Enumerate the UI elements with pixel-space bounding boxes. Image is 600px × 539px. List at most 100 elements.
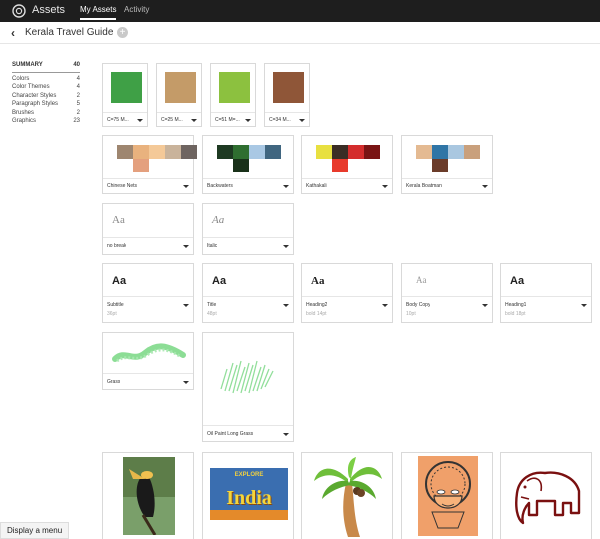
style-detail: bold 14pt <box>306 311 327 317</box>
style-label: Heading1 <box>505 302 527 308</box>
sidebar-item-label: Brushes <box>12 109 35 116</box>
card-divider <box>203 425 293 426</box>
back-chevron-icon[interactable]: ‹ <box>11 26 15 40</box>
chevron-down-icon[interactable] <box>183 245 189 248</box>
color-swatch <box>273 72 304 103</box>
sidebar-item-label: Colors <box>12 75 30 82</box>
paragraph-style-card[interactable]: Aa Heading2 bold 14pt <box>301 263 393 323</box>
nav-activity[interactable]: Activity <box>124 5 149 14</box>
graphic-card[interactable] <box>301 452 393 539</box>
sidebar-item-paragraph-styles[interactable]: Paragraph Styles 5 <box>12 101 80 107</box>
theme-color-chip <box>416 145 432 159</box>
card-divider <box>265 112 309 113</box>
card-divider <box>103 112 147 113</box>
poster-india-text: India <box>226 487 272 509</box>
chevron-down-icon[interactable] <box>581 304 587 307</box>
color-theme-card[interactable]: Kathakali <box>301 135 393 194</box>
hornbill-bird-graphic <box>123 457 175 535</box>
color-theme-card[interactable]: Chinese Nets <box>102 135 197 194</box>
sidebar-item-character-styles[interactable]: Character Styles 2 <box>12 93 80 99</box>
theme-color-chip <box>117 145 133 159</box>
chevron-down-icon[interactable] <box>382 185 388 188</box>
chevron-down-icon[interactable] <box>283 245 289 248</box>
color-swatch <box>219 72 250 103</box>
color-card[interactable]: C=75 M... <box>102 63 148 127</box>
theme-accent-chip <box>133 159 149 172</box>
library-header: ‹ Kerala Travel Guide + <box>0 22 600 44</box>
summary-sidebar: SUMMARY 40 Colors 4 Color Themes 4 Charact… <box>12 62 80 124</box>
card-divider <box>402 296 492 297</box>
graphic-card[interactable] <box>500 452 592 539</box>
chevron-down-icon[interactable] <box>283 185 289 188</box>
color-card[interactable]: C=34 M... <box>264 63 310 127</box>
paragraph-style-card[interactable]: Aa Title 48pt <box>202 263 294 323</box>
character-style-card[interactable]: Aa no break <box>102 203 194 255</box>
theme-color-chip <box>217 145 233 159</box>
sidebar-item-count: 5 <box>76 101 80 107</box>
card-divider <box>103 178 193 179</box>
graphic-card[interactable] <box>102 452 194 539</box>
chevron-down-icon[interactable] <box>299 119 305 122</box>
sidebar-item-colors[interactable]: Colors 4 <box>12 76 80 82</box>
theme-swatches <box>416 145 480 172</box>
card-divider <box>103 237 193 238</box>
chevron-down-icon[interactable] <box>283 433 289 436</box>
color-theme-card[interactable]: Kerala Boatman <box>401 135 493 194</box>
paragraph-style-card[interactable]: Aa Body Copy 10pt <box>401 263 493 323</box>
style-detail: bold 18pt <box>505 311 526 317</box>
chevron-down-icon[interactable] <box>183 381 189 384</box>
kathakali-mask-graphic <box>418 456 478 536</box>
style-preview: Aa <box>112 214 125 226</box>
grass-brush-stroke-icon <box>112 343 186 363</box>
card-divider <box>203 237 293 238</box>
paragraph-style-card[interactable]: Aa Subtitle 36pt <box>102 263 194 323</box>
sidebar-item-count: 2 <box>76 109 80 116</box>
color-label: C=34 M... <box>269 117 291 123</box>
graphic-card[interactable] <box>401 452 493 539</box>
card-divider <box>302 178 392 179</box>
chevron-down-icon[interactable] <box>191 119 197 122</box>
card-divider <box>103 296 193 297</box>
theme-color-chip <box>432 145 448 159</box>
theme-swatches <box>117 145 197 172</box>
theme-color-chip <box>332 145 348 159</box>
paragraph-style-card[interactable]: Aa Heading1 bold 18pt <box>500 263 592 323</box>
theme-color-chip <box>265 145 281 159</box>
style-detail: 48pt <box>207 311 217 317</box>
brush-card[interactable]: Oil Paint Long Grass <box>202 332 294 442</box>
theme-swatches <box>217 145 281 172</box>
style-preview: Aa <box>416 275 427 285</box>
chevron-down-icon[interactable] <box>183 185 189 188</box>
status-tooltip: Display a menu <box>0 522 70 539</box>
color-card[interactable]: C=25 M... <box>156 63 202 127</box>
chevron-down-icon[interactable] <box>245 119 251 122</box>
sidebar-item-graphics[interactable]: Graphics 23 <box>12 118 80 124</box>
sidebar-item-color-themes[interactable]: Color Themes 4 <box>12 84 80 90</box>
nav-my-assets[interactable]: My Assets <box>80 5 117 20</box>
card-divider <box>203 296 293 297</box>
theme-color-chip <box>348 145 364 159</box>
theme-label: Kathakali <box>306 183 327 189</box>
theme-color-chip <box>165 145 181 159</box>
color-card[interactable]: C=51 M=... <box>210 63 256 127</box>
chevron-down-icon[interactable] <box>482 304 488 307</box>
graphic-card[interactable]: EXPLORE India <box>202 452 294 539</box>
sidebar-item-count: 23 <box>73 118 80 124</box>
chevron-down-icon[interactable] <box>482 185 488 188</box>
chevron-down-icon[interactable] <box>382 304 388 307</box>
style-label: Body Copy <box>406 302 431 308</box>
chevron-down-icon[interactable] <box>283 304 289 307</box>
add-button[interactable]: + <box>117 27 128 38</box>
character-style-card[interactable]: Aa Italic <box>202 203 294 255</box>
brush-card[interactable]: Grass <box>102 332 194 390</box>
style-detail: 36pt <box>107 311 117 317</box>
card-divider <box>103 373 193 374</box>
sidebar-item-brushes[interactable]: Brushes 2 <box>12 110 80 116</box>
color-theme-card[interactable]: Backwaters <box>202 135 294 194</box>
theme-label: Backwaters <box>207 183 233 189</box>
theme-color-chip <box>448 145 464 159</box>
chevron-down-icon[interactable] <box>137 119 143 122</box>
style-label: Subtitle <box>107 302 124 308</box>
chevron-down-icon[interactable] <box>183 304 189 307</box>
summary-row[interactable]: SUMMARY 40 <box>12 62 80 73</box>
